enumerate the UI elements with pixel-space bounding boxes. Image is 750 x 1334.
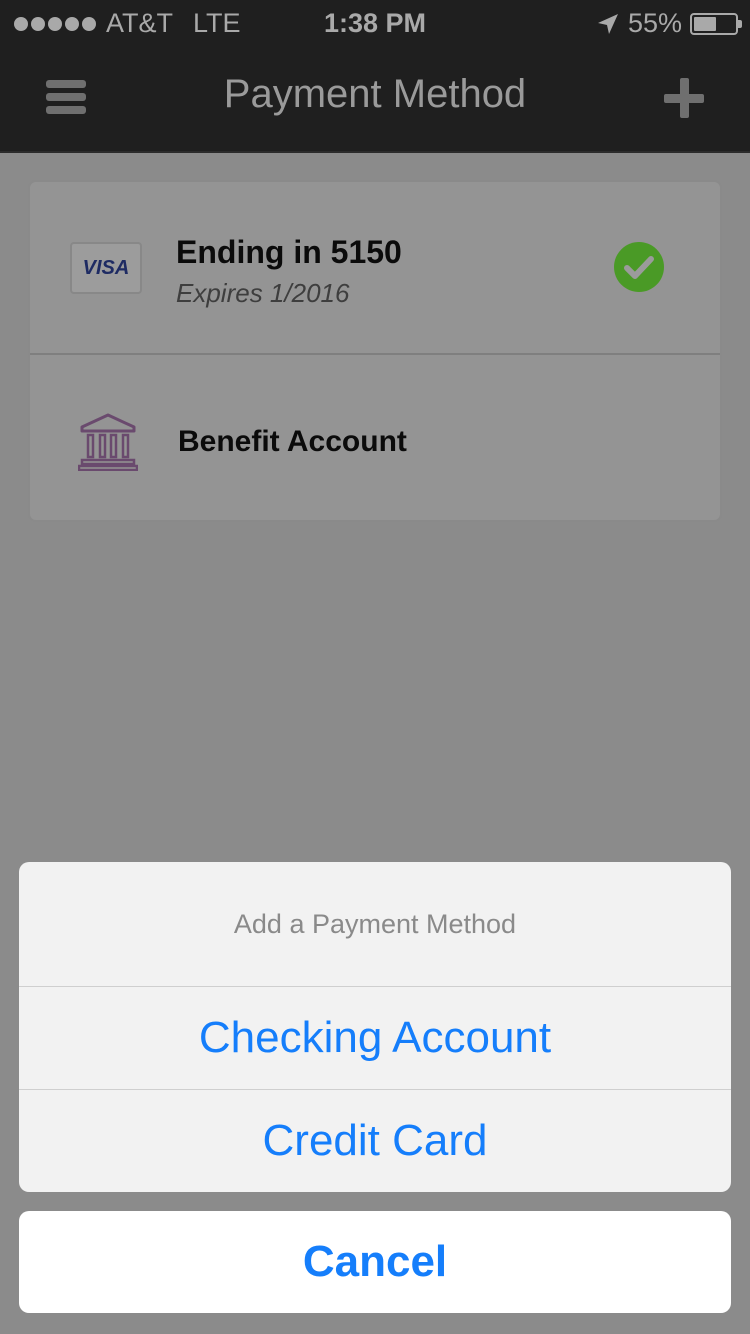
payment-method-visa[interactable]: VISA Ending in 5150 Expires 1/2016 (30, 182, 720, 353)
page-title: Payment Method (223, 72, 527, 116)
payment-methods-list: VISA Ending in 5150 Expires 1/2016 Benef… (28, 180, 722, 522)
action-sheet-title: Add a Payment Method (19, 862, 731, 987)
location-arrow-icon (597, 13, 618, 34)
cancel-button[interactable]: Cancel (19, 1211, 731, 1313)
card-ending-label: Ending in 5150 (176, 234, 402, 270)
status-bar: AT&T LTE 1:38 PM 55% (0, 0, 750, 50)
card-expiry-label: Expires 1/2016 (176, 278, 350, 308)
credit-card-option[interactable]: Credit Card (19, 1089, 731, 1191)
bank-icon (78, 413, 138, 471)
payment-method-benefit-account[interactable]: Benefit Account (30, 353, 720, 524)
benefit-account-label: Benefit Account (178, 425, 407, 458)
checking-account-option[interactable]: Checking Account (19, 987, 731, 1089)
status-right: 55% (596, 8, 742, 39)
battery-fill (694, 16, 716, 31)
plus-icon[interactable] (664, 78, 704, 118)
check-circle-icon (614, 242, 664, 292)
action-sheet: Add a Payment Method Checking Account Cr… (19, 862, 731, 1192)
nav-bar: Payment Method (0, 50, 750, 153)
battery-icon (690, 12, 742, 35)
battery-percent: 55% (627, 8, 682, 38)
visa-logo: VISA (70, 242, 142, 294)
